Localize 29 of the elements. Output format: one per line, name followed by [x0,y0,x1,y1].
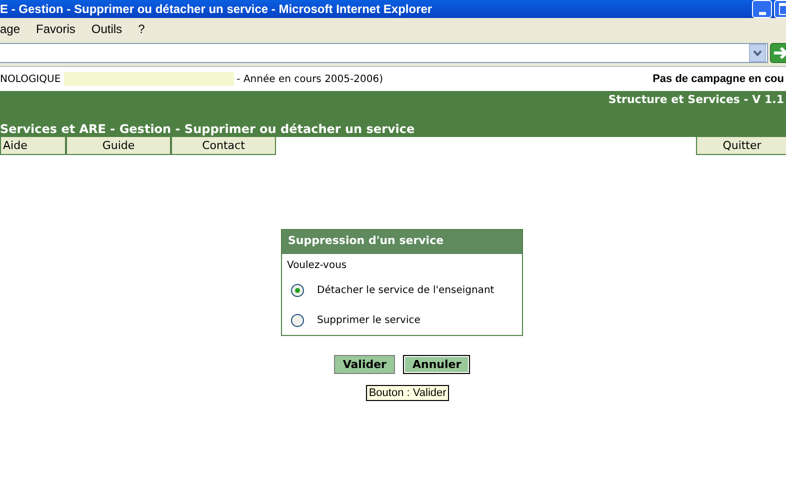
option-label: Détacher le service de l'enseignant [317,284,494,296]
action-button[interactable]: Valider [334,355,396,374]
nav-tab[interactable]: Quitter [696,137,786,155]
menu-item[interactable]: Outils [91,22,132,36]
menu-item[interactable]: Favoris [36,22,84,36]
minimize-button[interactable] [752,0,772,18]
campaign-text: Pas de campagne en cou [652,73,784,85]
go-button[interactable] [770,43,786,63]
radio-button[interactable] [291,314,304,326]
menu-item[interactable]: ? [138,22,154,36]
app-version: Structure et Services - V 1.1 [608,92,784,106]
question-text: Voulez-vous [286,259,348,273]
address-field[interactable] [0,43,768,63]
dialog-title: Suppression d'un service [282,230,522,254]
nav-tab[interactable]: Contact [171,137,276,155]
nav-tab[interactable]: Aide [0,137,66,155]
action-button[interactable]: Annuler [403,355,470,374]
institution-text: NOLOGIQUE [0,74,61,84]
radio-button[interactable] [291,284,304,296]
year-text: - Année en cours 2005-2006) [236,74,383,84]
tooltip: Bouton : Valider [366,385,450,401]
option-label: Supprimer le service [317,314,420,326]
page-title: Services et ARE - Gestion - Supprimer ou détacher un service [0,122,416,137]
menu-item[interactable]: age [0,22,30,36]
dropdown-button[interactable] [749,44,766,62]
nav-tab[interactable]: Guide [66,137,171,155]
arrow-right-icon [773,46,786,60]
chevron-down-icon [753,50,762,56]
window-title: E - Gestion - Supprimer ou détacher un service - Microsoft Internet Explorer [0,2,432,16]
